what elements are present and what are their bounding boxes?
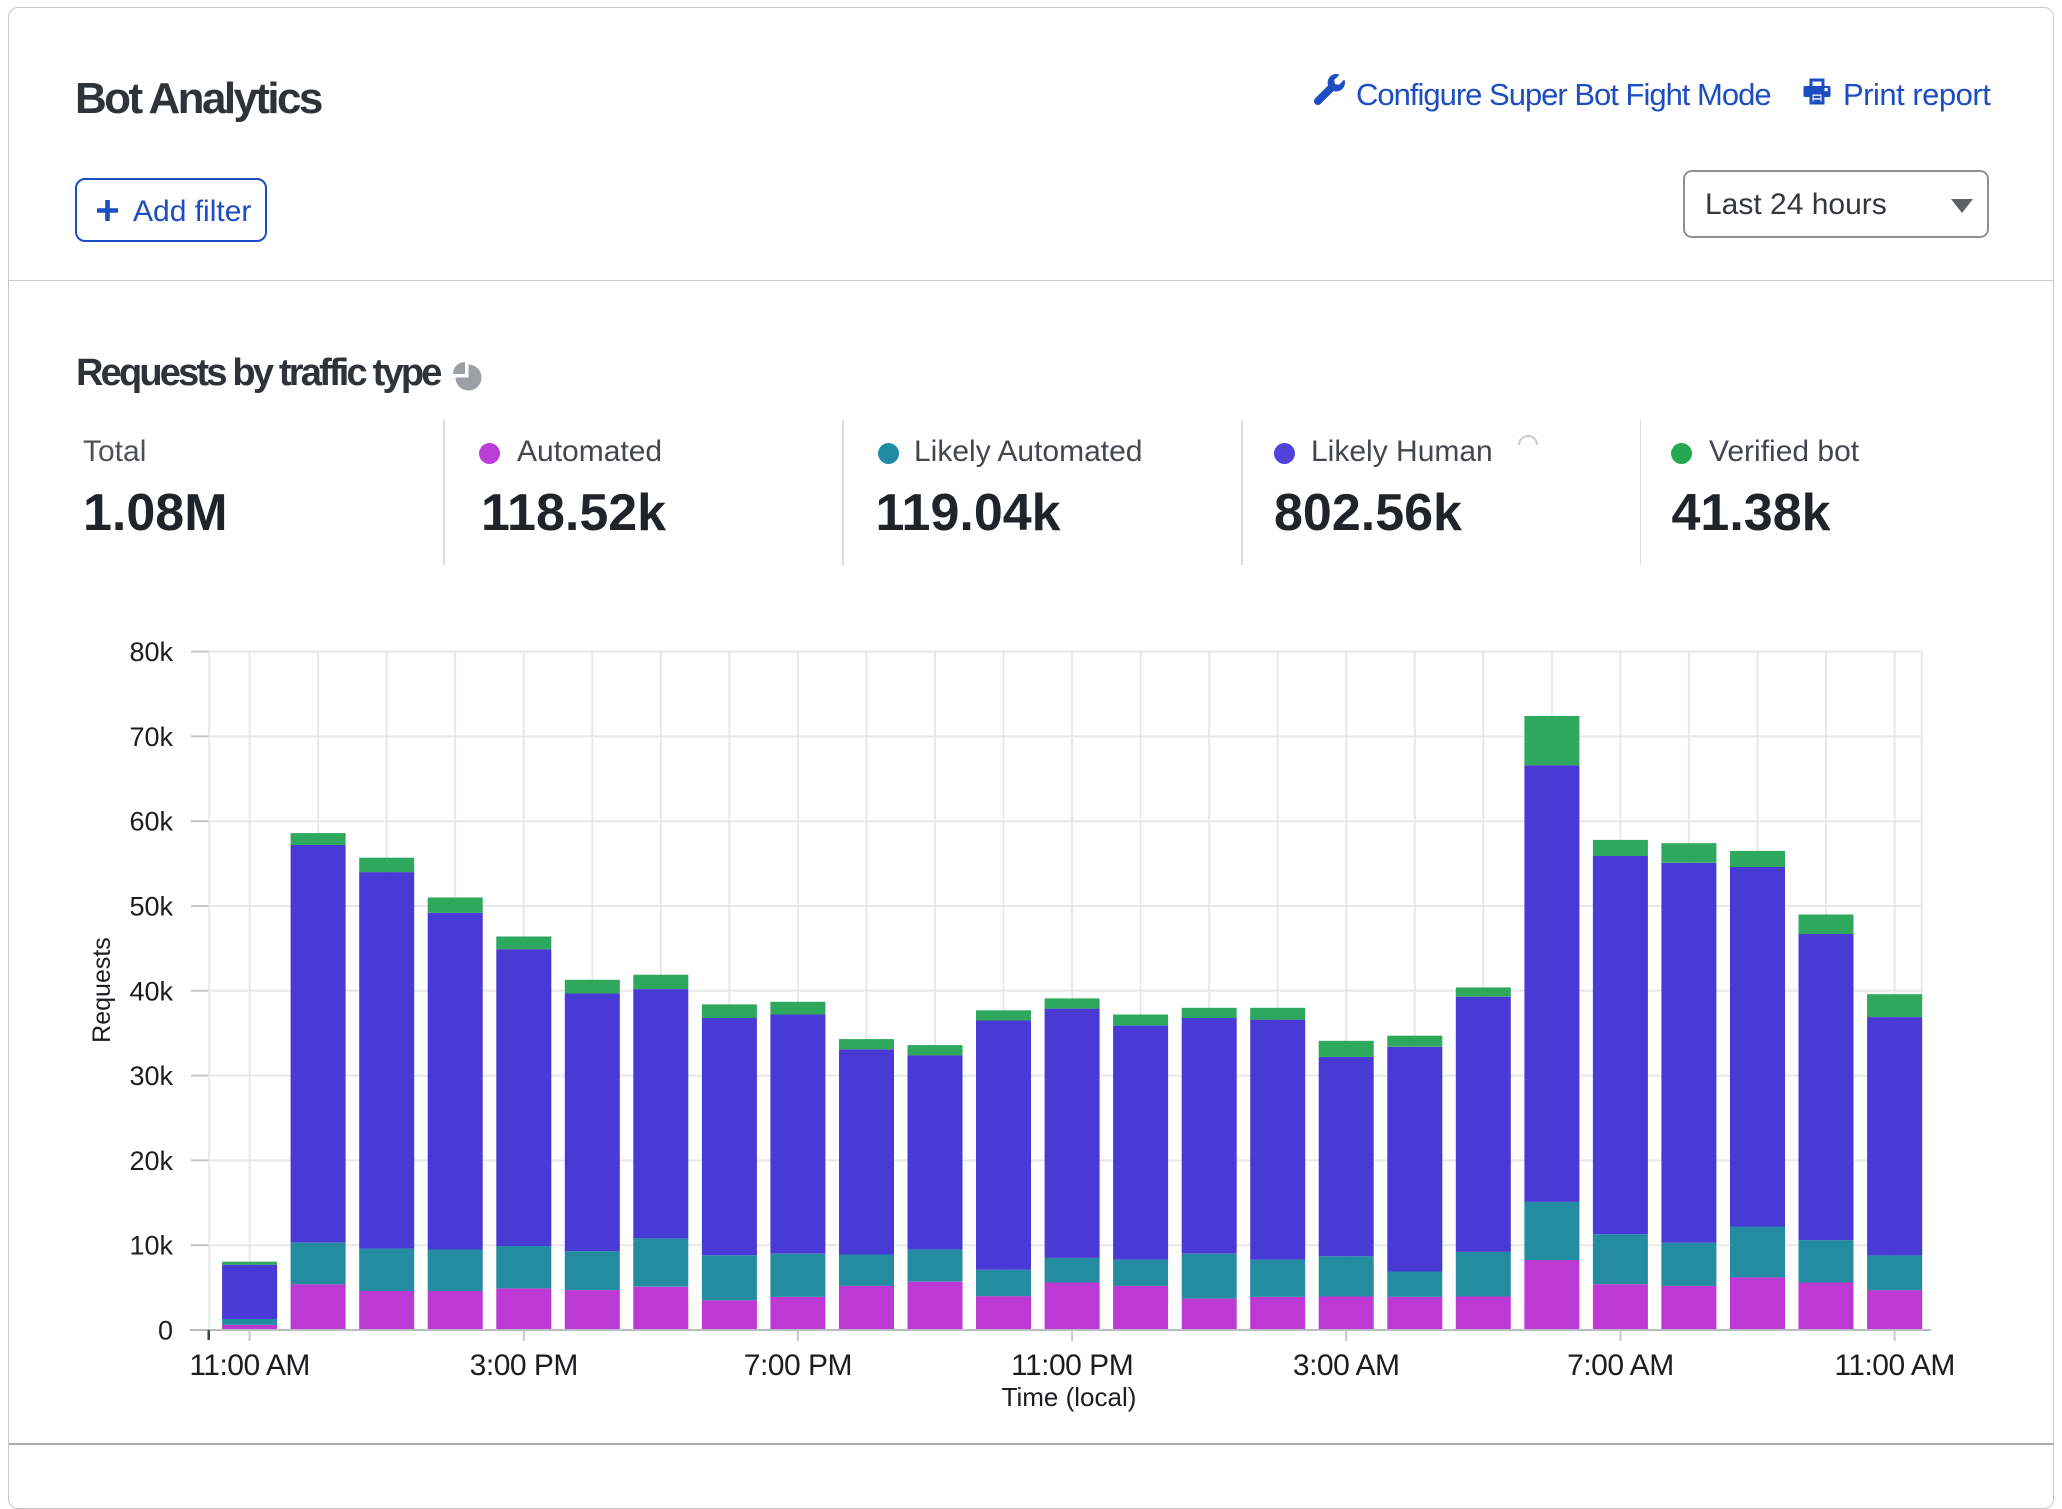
svg-text:Requests: Requests — [88, 937, 116, 1043]
svg-text:30k: 30k — [129, 1061, 173, 1091]
svg-text:10k: 10k — [129, 1231, 173, 1261]
svg-text:40k: 40k — [129, 976, 173, 1006]
svg-text:0: 0 — [158, 1316, 173, 1346]
svg-text:7:00 PM: 7:00 PM — [744, 1349, 852, 1382]
svg-text:11:00 PM: 11:00 PM — [1011, 1349, 1133, 1382]
svg-text:7:00 AM: 7:00 AM — [1567, 1349, 1674, 1382]
svg-text:Time (local): Time (local) — [1002, 1382, 1137, 1412]
svg-text:3:00 PM: 3:00 PM — [470, 1349, 578, 1382]
svg-text:11:00 AM: 11:00 AM — [1834, 1349, 1955, 1382]
svg-text:50k: 50k — [129, 892, 173, 922]
svg-text:11:00 AM: 11:00 AM — [189, 1349, 310, 1382]
svg-text:80k: 80k — [129, 637, 173, 667]
svg-text:3:00 AM: 3:00 AM — [1293, 1349, 1400, 1382]
svg-text:20k: 20k — [129, 1146, 173, 1176]
svg-text:70k: 70k — [129, 722, 173, 752]
svg-text:60k: 60k — [129, 807, 173, 837]
